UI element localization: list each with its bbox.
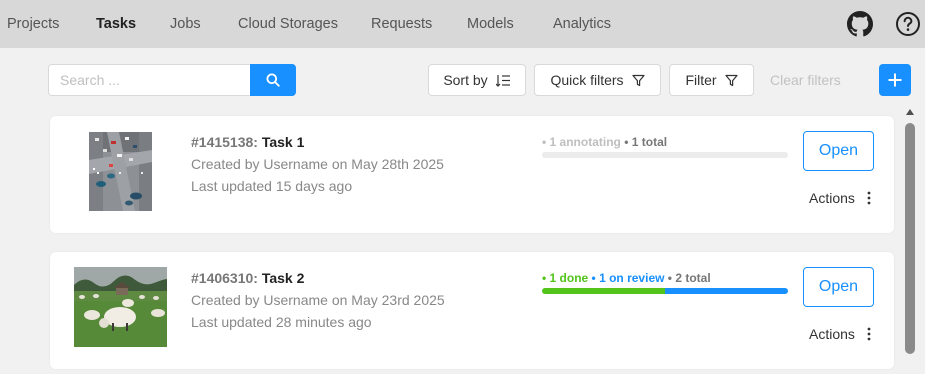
task-actions-menu[interactable]: Actions xyxy=(809,326,871,342)
sort-by-label: Sort by xyxy=(443,72,488,88)
task-card: #1415138: Task 1 Created by Username on … xyxy=(50,116,894,233)
filter-icon xyxy=(631,74,645,86)
task-name: Task 1 xyxy=(261,134,305,150)
quick-filters-label: Quick filters xyxy=(550,72,624,88)
scroll-up-arrow-icon[interactable] xyxy=(906,109,914,115)
task-card: #1406310: Task 2 Created by Username on … xyxy=(50,252,894,369)
scrollbar-thumb[interactable] xyxy=(905,123,915,354)
task-id: #1406310: xyxy=(191,270,258,286)
filter-button[interactable]: Filter xyxy=(669,64,754,96)
task-name: Task 2 xyxy=(261,270,305,286)
progress-segment-label: • 1 total xyxy=(620,135,668,149)
task-id: #1415138: xyxy=(191,134,258,150)
progress-segment-label: • 1 done xyxy=(542,271,589,285)
sort-by-button[interactable]: Sort by xyxy=(428,64,526,96)
task-actions-menu[interactable]: Actions xyxy=(809,190,871,206)
task-created: Created by Username on May 23rd 2025 xyxy=(191,292,445,308)
progress-bar-segment xyxy=(542,152,788,158)
nav-projects[interactable]: Projects xyxy=(7,0,59,48)
task-updated: Last updated 15 days ago xyxy=(191,178,353,194)
task-updated: Last updated 28 minutes ago xyxy=(191,314,372,330)
task-title[interactable]: #1415138: Task 1 xyxy=(191,134,304,150)
search-icon xyxy=(266,73,280,87)
task-preview-image[interactable] xyxy=(89,132,152,211)
progress-segment-label: • 1 annotating xyxy=(542,135,621,149)
clear-filters-button[interactable]: Clear filters xyxy=(770,64,841,96)
task-progress-text: • 1 annotating • 1 total xyxy=(542,135,667,149)
nav-cloud-storages[interactable]: Cloud Storages xyxy=(238,0,338,48)
actions-label: Actions xyxy=(809,326,855,342)
nav-requests[interactable]: Requests xyxy=(371,0,432,48)
task-title[interactable]: #1406310: Task 2 xyxy=(191,270,304,286)
progress-segment-label: • 1 on review xyxy=(588,271,665,285)
nav-models[interactable]: Models xyxy=(467,0,514,48)
open-task-button[interactable]: Open xyxy=(803,131,874,171)
top-navigation: Projects Tasks Jobs Cloud Storages Reque… xyxy=(0,0,925,48)
nav-tasks[interactable]: Tasks xyxy=(96,0,136,48)
task-progress-bar xyxy=(542,288,788,294)
search-button[interactable] xyxy=(250,64,296,96)
progress-bar-segment xyxy=(542,288,665,294)
more-vertical-icon xyxy=(867,191,871,205)
actions-label: Actions xyxy=(809,190,855,206)
filter-label: Filter xyxy=(685,72,717,88)
search-input[interactable] xyxy=(48,64,250,96)
help-icon[interactable] xyxy=(895,11,921,37)
open-task-button[interactable]: Open xyxy=(803,267,874,307)
progress-bar-segment xyxy=(665,288,788,294)
aerial-traffic-image xyxy=(89,132,152,211)
sheep-field-image xyxy=(74,267,167,347)
more-vertical-icon xyxy=(867,327,871,341)
nav-analytics[interactable]: Analytics xyxy=(553,0,611,48)
progress-segment-label: • 2 total xyxy=(664,271,711,285)
quick-filters-button[interactable]: Quick filters xyxy=(534,64,661,96)
create-task-button[interactable] xyxy=(879,64,911,96)
plus-icon xyxy=(888,73,902,87)
nav-jobs[interactable]: Jobs xyxy=(170,0,201,48)
task-preview-image[interactable] xyxy=(74,267,167,347)
filter-icon xyxy=(724,74,738,86)
task-created: Created by Username on May 28th 2025 xyxy=(191,156,444,172)
github-icon[interactable] xyxy=(847,11,873,37)
task-progress-bar xyxy=(542,152,788,158)
sort-icon xyxy=(495,74,510,87)
task-progress-text: • 1 done • 1 on review • 2 total xyxy=(542,271,711,285)
